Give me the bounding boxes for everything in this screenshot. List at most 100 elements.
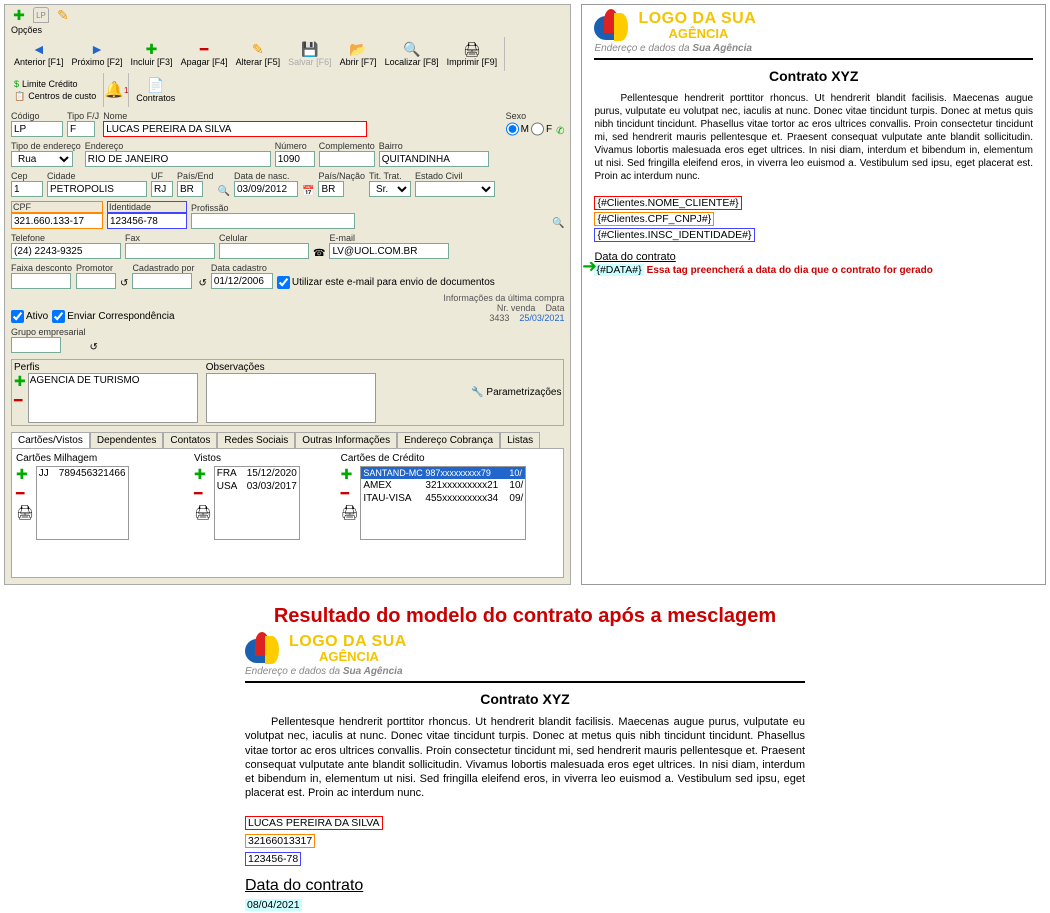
btn-salvar: 💾Salvar [F6] <box>285 40 335 68</box>
milhagem-list[interactable]: JJ789456321466 <box>36 466 129 540</box>
vistos-remove[interactable]: ━ <box>194 485 212 502</box>
data-note: Essa tag preencherá a data do dia que o … <box>647 265 933 276</box>
grupoemp-field[interactable] <box>11 337 61 353</box>
tab-cartoes[interactable]: Cartões/Vistos <box>11 432 90 448</box>
clear2-icon[interactable]: ↺ <box>198 278 206 289</box>
search-cep-icon[interactable]: 🔍 <box>218 186 230 197</box>
paisend-field[interactable] <box>177 181 203 197</box>
promotor-field[interactable] <box>76 273 116 289</box>
btn-incluir[interactable]: ✚Incluir [F3] <box>128 40 176 68</box>
btn-anterior[interactable]: ◄Anterior [F1] <box>11 40 67 68</box>
vistos-list[interactable]: FRA15/12/2020 USA03/03/2017 <box>214 466 300 540</box>
cidade-field[interactable] <box>47 181 147 197</box>
btn-proximo[interactable]: ►Próximo [F2] <box>69 40 126 68</box>
vistos-add[interactable]: ✚ <box>194 466 212 483</box>
edit-icon[interactable]: ✎ <box>55 7 71 23</box>
agency-logo-icon <box>245 632 279 664</box>
identidade-field[interactable] <box>107 213 187 229</box>
btn-alterar[interactable]: ✎Alterar [F5] <box>233 40 284 68</box>
tag-cpf: {#Clientes.CPF_CNPJ#} <box>594 212 714 226</box>
cadastradopor-field[interactable] <box>132 273 192 289</box>
utilizar-email-check[interactable] <box>277 276 290 289</box>
btn-apagar[interactable]: ━Apagar [F4] <box>178 40 231 68</box>
btn-limite-credito[interactable]: $Limite Crédito <box>11 78 99 90</box>
tab-lp-icon[interactable]: LP <box>33 7 49 23</box>
arrow-icon: ➜ <box>582 256 597 277</box>
ultima-compra-info: Informações da última compra Nr. venda D… <box>443 293 564 323</box>
vistos-print[interactable]: 🖨 <box>194 504 212 521</box>
tipofj-field[interactable] <box>67 121 95 137</box>
agency-logo-icon <box>594 9 628 41</box>
codigo-field[interactable] <box>11 121 63 137</box>
sexo-f[interactable] <box>531 121 544 137</box>
credito-add[interactable]: ✚ <box>341 466 359 483</box>
tag-data: {#DATA#} <box>594 264 643 276</box>
tab-endcob[interactable]: Endereço Cobrança <box>397 432 500 448</box>
profissao-field[interactable] <box>191 213 355 229</box>
btn-contratos[interactable]: 📄Contratos <box>133 76 178 104</box>
enviar-check[interactable] <box>52 310 65 323</box>
datacadastro-field[interactable] <box>211 273 273 289</box>
contract-template: LOGO DA SUAAGÊNCIA Endereço e dados da S… <box>581 4 1046 585</box>
btn-abrir[interactable]: 📂Abrir [F7] <box>337 40 380 68</box>
tab-outras[interactable]: Outras Informações <box>295 432 397 448</box>
credito-remove[interactable]: ━ <box>341 485 359 502</box>
alert-icon[interactable]: 🔔1 <box>108 82 124 98</box>
add-icon[interactable]: ✚ <box>11 7 27 23</box>
cep-field[interactable] <box>11 181 43 197</box>
tab-dependentes[interactable]: Dependentes <box>90 432 164 448</box>
milhagem-print[interactable]: 🖨 <box>16 504 34 521</box>
numero-field[interactable] <box>275 151 315 167</box>
result-data: 08/04/2021 <box>245 899 302 911</box>
fax-field[interactable] <box>125 243 215 259</box>
clear-icon[interactable]: ↺ <box>120 278 128 289</box>
tittrat-field[interactable]: Sr. <box>369 181 411 197</box>
whatsapp-icon[interactable]: ✆ <box>556 126 564 137</box>
param-link[interactable]: 🔧Parametrizações <box>471 362 561 423</box>
btn-centros-custo[interactable]: 📋Centros de custo <box>11 90 99 103</box>
sexo-m[interactable] <box>506 121 519 137</box>
tab-contatos[interactable]: Contatos <box>163 432 217 448</box>
nome-field[interactable] <box>103 121 367 137</box>
tab-redes[interactable]: Redes Sociais <box>217 432 295 448</box>
faixadesc-field[interactable] <box>11 273 71 289</box>
merged-contract: LOGO DA SUAAGÊNCIA Endereço e dados da S… <box>245 632 805 913</box>
contract-title: Contrato XYZ <box>594 68 1033 84</box>
search-icon[interactable]: 🔍 <box>552 218 564 229</box>
obs-label: Observações <box>206 362 376 373</box>
tipoend-field[interactable]: Rua <box>11 151 73 167</box>
datanasc-field[interactable] <box>234 181 298 197</box>
perfis-list[interactable]: AGENCIA DE TURISMO <box>28 373 198 423</box>
tag-identidade: {#Clientes.INSC_IDENTIDADE#} <box>594 228 754 242</box>
milhagem-add[interactable]: ✚ <box>16 466 34 483</box>
credito-print[interactable]: 🖨 <box>341 504 359 521</box>
data-contrato-label: Data do contrato <box>594 251 675 263</box>
estadocivil-field[interactable] <box>415 181 495 197</box>
celular-field[interactable] <box>219 243 309 259</box>
email-field[interactable] <box>329 243 449 259</box>
calendar-icon[interactable]: 📅 <box>302 186 314 197</box>
result-id: 123456-78 <box>245 852 301 866</box>
perfis-add[interactable]: ✚ <box>14 373 26 390</box>
cpf-field[interactable] <box>11 213 103 229</box>
btn-imprimir[interactable]: 🖨Imprimir [F9] <box>444 40 501 68</box>
milhagem-remove[interactable]: ━ <box>16 485 34 502</box>
obs-box[interactable] <box>206 373 376 423</box>
bairro-field[interactable] <box>379 151 489 167</box>
uf-field[interactable] <box>151 181 173 197</box>
complemento-field[interactable] <box>319 151 375 167</box>
clear3-icon[interactable]: ↺ <box>90 342 98 353</box>
tab-listas[interactable]: Listas <box>500 432 540 448</box>
agency-logo-text: LOGO DA SUAAGÊNCIA <box>638 11 756 40</box>
paisnacao-field[interactable] <box>318 181 344 197</box>
telefone-field[interactable] <box>11 243 121 259</box>
phone-icon[interactable]: ☎ <box>313 248 325 259</box>
ativo-check[interactable] <box>11 310 24 323</box>
perfis-remove[interactable]: ━ <box>14 392 26 409</box>
btn-localizar[interactable]: 🔍Localizar [F8] <box>382 40 442 68</box>
credito-list[interactable]: SANTAND-MC987xxxxxxxxx7910/ AMEX321xxxxx… <box>360 466 526 540</box>
perfis-label: Perfis <box>14 362 198 373</box>
endereco-field[interactable] <box>85 151 271 167</box>
contract-body: Pellentesque hendrerit porttitor rhoncus… <box>594 92 1033 183</box>
tag-nome: {#Clientes.NOME_CLIENTE#} <box>594 196 741 210</box>
